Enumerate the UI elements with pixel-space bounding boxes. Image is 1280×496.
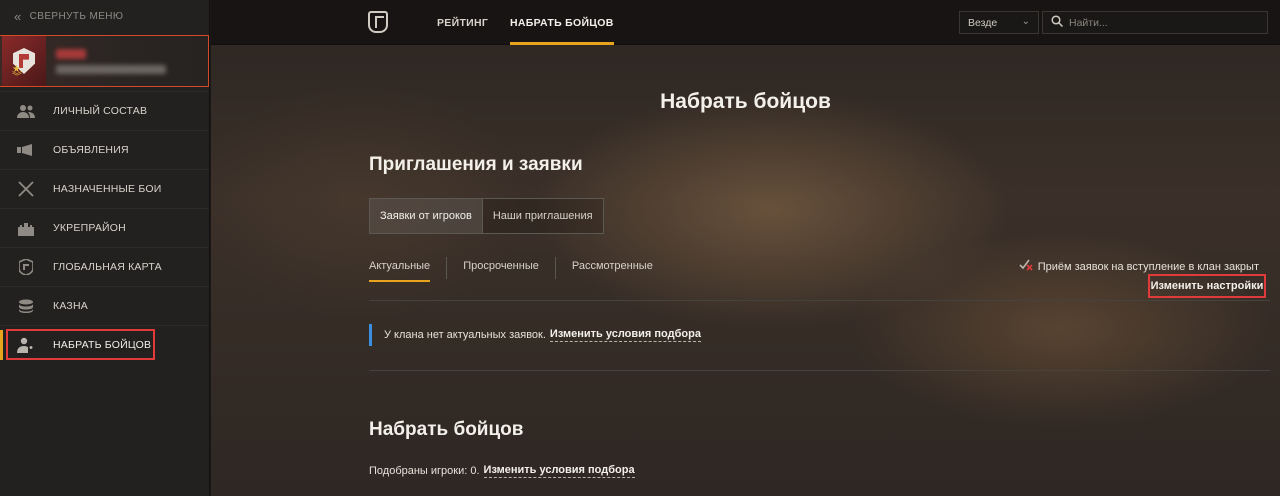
search-input[interactable] — [1069, 16, 1249, 29]
clan-name-blurred — [56, 48, 86, 59]
tab-recruit[interactable]: НАБРАТЬ БОЙЦОВ — [510, 0, 614, 45]
change-criteria-link[interactable]: Изменить условия подбора — [549, 328, 701, 342]
change-criteria-link-2[interactable]: Изменить условия подбора — [483, 464, 635, 478]
people-icon — [16, 103, 36, 119]
change-settings-link[interactable]: Изменить настройки — [1148, 274, 1266, 298]
sidebar-item-stronghold[interactable]: УКРЕПРАЙОН — [0, 208, 209, 247]
recruitment-status-text: Приём заявок на вступление в клан закрыт — [1037, 260, 1259, 273]
recruitment-status: Приём заявок на вступление в клан закрыт — [1019, 259, 1259, 274]
megaphone-icon — [16, 142, 36, 158]
search-scope-value: Везде — [968, 16, 998, 29]
no-requests-notice: У клана нет актуальных заявок. Изменить … — [369, 324, 701, 346]
closed-check-icon — [1019, 259, 1033, 274]
picked-players: Подобраны игроки: 0. Изменить условия по… — [369, 464, 635, 478]
picked-players-text: Подобраны игроки: 0. — [369, 465, 480, 477]
search-box[interactable] — [1042, 11, 1268, 34]
segment-our-invitations[interactable]: Наши приглашения — [483, 199, 603, 233]
notice-text: У клана нет актуальных заявок. — [384, 329, 546, 341]
sidebar-item-label: ГЛОБАЛЬНАЯ КАРТА — [53, 261, 162, 273]
page-title: Набрать бойцов — [660, 90, 831, 113]
sidebar-item-scheduled-battles[interactable]: НАЗНАЧЕННЫЕ БОИ — [0, 169, 209, 208]
sidebar-item-label: УКРЕПРАЙОН — [53, 222, 126, 234]
tab-rating[interactable]: РЕЙТИНГ — [437, 0, 488, 45]
divider — [369, 370, 1270, 371]
divider — [369, 300, 1270, 301]
double-chevron-left-icon: « — [14, 8, 22, 24]
sidebar-item-announcements[interactable]: ОБЪЯВЛЕНИЯ — [0, 130, 209, 169]
fortress-icon — [16, 220, 36, 236]
subtab-current[interactable]: Актуальные — [369, 257, 431, 282]
sidebar-item-personnel[interactable]: ЛИЧНЫЙ СОСТАВ — [0, 91, 209, 130]
requests-segmented-control: Заявки от игроков Наши приглашения — [369, 198, 604, 234]
clan-profile[interactable]: ★ ︾ — [0, 35, 209, 87]
crossed-swords-icon — [16, 181, 36, 197]
divider — [554, 257, 556, 279]
subtab-reviewed[interactable]: Рассмотренные — [572, 257, 653, 279]
request-status-tabs: Актуальные Просроченные Рассмотренные — [369, 257, 653, 282]
clan-portal-logo-icon[interactable] — [368, 11, 388, 33]
top-navigation: РЕЙТИНГ НАБРАТЬ БОЙЦОВ Везде ⌄ — [211, 0, 1280, 45]
clan-subtitle-blurred — [56, 64, 166, 74]
sidebar-item-label: ЛИЧНЫЙ СОСТАВ — [53, 105, 148, 117]
collapse-menu-button[interactable]: « СВЕРНУТЬ МЕНЮ — [0, 0, 209, 32]
search-scope-select[interactable]: Везде ⌄ — [959, 11, 1039, 34]
sidebar-item-recruit[interactable]: НАБРАТЬ БОЙЦОВ — [0, 325, 209, 364]
sidebar-item-treasury[interactable]: КАЗНА — [0, 286, 209, 325]
collapse-menu-label: СВЕРНУТЬ МЕНЮ — [29, 10, 124, 22]
global-map-shield-icon — [16, 259, 36, 275]
rank-chevron-icon: ★ ︾ — [12, 64, 22, 83]
invitations-section-title: Приглашения и заявки — [369, 154, 583, 175]
highlight-box — [6, 329, 155, 360]
segment-player-requests[interactable]: Заявки от игроков — [370, 199, 483, 233]
sidebar-item-label: КАЗНА — [53, 300, 88, 312]
main-content: РЕЙТИНГ НАБРАТЬ БОЙЦОВ Везде ⌄ Набрать б… — [211, 0, 1280, 496]
sidebar-item-global-map[interactable]: ГЛОБАЛЬНАЯ КАРТА — [0, 247, 209, 286]
sidebar-menu: ЛИЧНЫЙ СОСТАВ ОБЪЯВЛЕНИЯ НАЗНАЧЕННЫЕ БОИ… — [0, 91, 209, 364]
chevron-down-icon: ⌄ — [1021, 16, 1030, 27]
clan-emblem: ★ ︾ — [2, 36, 46, 86]
subtab-expired[interactable]: Просроченные — [463, 257, 539, 279]
sidebar-item-label: ОБЪЯВЛЕНИЯ — [53, 144, 129, 156]
search-icon — [1051, 14, 1064, 32]
sidebar: « СВЕРНУТЬ МЕНЮ ★ ︾ ЛИЧНЫЙ СОСТАВ ОБЪЯВЛЕ… — [0, 0, 210, 496]
recruit-section-title: Набрать бойцов — [369, 419, 524, 440]
divider — [446, 257, 448, 279]
coins-icon — [16, 298, 36, 314]
clan-info-blurred — [56, 48, 166, 74]
sidebar-item-label: НАЗНАЧЕННЫЕ БОИ — [53, 183, 162, 195]
